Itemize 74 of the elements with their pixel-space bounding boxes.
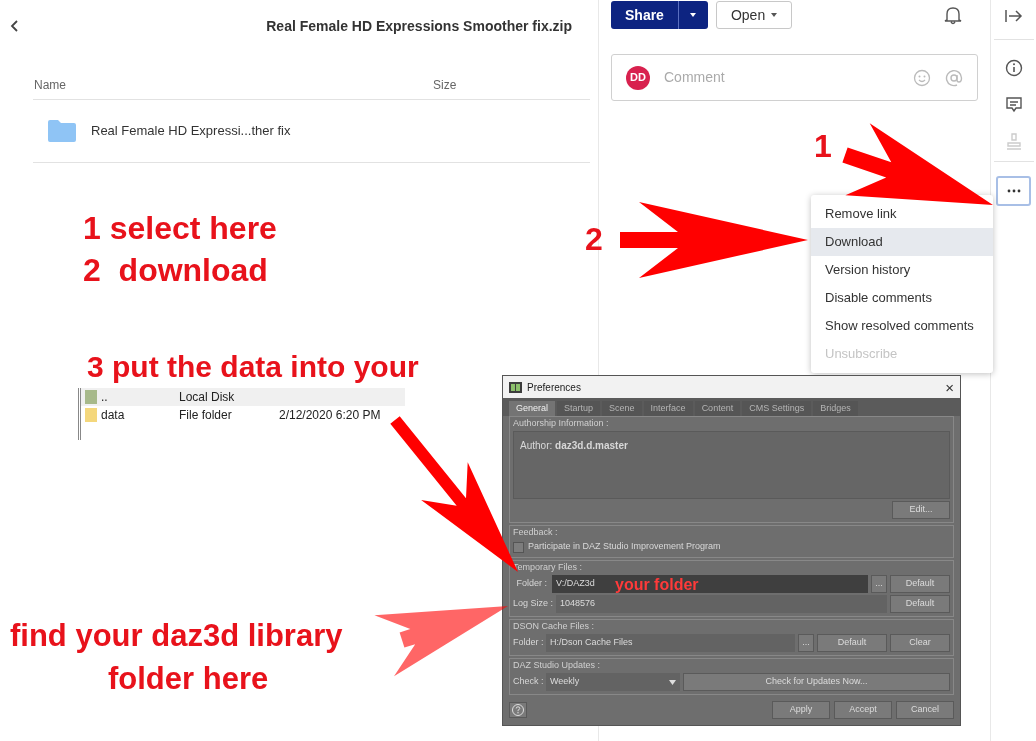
dialog-button[interactable]: Cancel — [896, 701, 954, 719]
annotation-text: 2 download — [83, 254, 268, 286]
menu-item[interactable]: Download — [811, 228, 993, 256]
menu-item[interactable]: Show resolved comments — [811, 312, 993, 340]
annotation-text: folder here — [108, 663, 269, 694]
bell-icon[interactable] — [944, 5, 962, 25]
default-button[interactable]: Default — [890, 595, 950, 613]
annotation-text: find your daz3d library — [10, 620, 343, 651]
file-name[interactable]: Real Female HD Expressi...ther fix — [91, 121, 291, 141]
dialog-tab[interactable]: Bridges — [813, 401, 858, 416]
file-date: 2/12/2020 6:20 PM — [279, 407, 381, 424]
column-header[interactable]: Name — [33, 75, 433, 94]
group-label: Authorship Information : — [513, 417, 609, 429]
edit-button[interactable]: Edit... — [892, 501, 950, 519]
field-label: Check : — [513, 675, 543, 689]
menu-item[interactable]: Disable comments — [811, 284, 993, 312]
group-label: DAZ Studio Updates : — [513, 659, 601, 671]
checkbox[interactable] — [513, 541, 524, 553]
default-button[interactable]: Default — [890, 575, 950, 593]
app-logo-icon — [509, 381, 522, 393]
dialog-tab[interactable]: General — [509, 401, 556, 416]
frequency-dropdown[interactable]: Weekly — [546, 673, 680, 691]
close-button[interactable]: × — [945, 379, 954, 395]
dialog-button[interactable]: Accept — [834, 701, 892, 719]
file-title: Real Female HD Expressions Smoother fix.zip — [266, 16, 572, 36]
group-label: Feedback : — [513, 526, 558, 538]
annotation-text: 3 put the data into your — [87, 352, 419, 382]
dialog-tab[interactable]: Content — [694, 401, 741, 416]
field-label: Log Size : — [513, 597, 553, 611]
back-icon[interactable] — [10, 19, 20, 33]
comment-icon[interactable] — [1004, 96, 1023, 114]
column-header[interactable]: Size — [433, 75, 457, 94]
collapse-panel-icon[interactable] — [1004, 9, 1023, 23]
group-label: DSON Cache Files : — [513, 620, 595, 632]
annotation-text: 1 select here — [83, 212, 277, 244]
info-icon[interactable] — [1004, 59, 1023, 77]
clear-button[interactable]: Clear — [890, 634, 950, 652]
browse-button[interactable]: ... — [798, 634, 814, 652]
open-button[interactable]: Open — [715, 1, 793, 29]
menu-item[interactable]: Remove link — [811, 200, 993, 228]
dialog-button[interactable]: Apply — [772, 701, 830, 719]
default-button[interactable]: Default — [817, 634, 887, 652]
dialog-tab[interactable]: CMS Settings — [742, 401, 812, 416]
caret-icon — [771, 13, 778, 17]
menu-item[interactable]: Version history — [811, 256, 993, 284]
checkbox-label: Participate in DAZ Studio Improvement Program — [528, 540, 721, 554]
caret-icon — [690, 13, 697, 17]
comment-placeholder: Comment — [664, 68, 725, 87]
file-type: Local Disk — [179, 389, 236, 406]
annotation-text: your folder — [615, 577, 699, 593]
log-size-field[interactable]: 1048576 — [556, 595, 887, 613]
menu-item: Unsubscribe — [824, 345, 899, 364]
field-label: Folder : — [515, 577, 548, 591]
ellipsis-icon — [1006, 189, 1021, 193]
dialog-tab[interactable]: Interface — [643, 401, 693, 416]
folder-field[interactable]: H:/Dson Cache Files — [546, 634, 795, 652]
dialog-tab[interactable]: Scene — [602, 401, 642, 416]
dialog-title: Preferences — [527, 380, 581, 395]
browse-button[interactable]: ... — [871, 575, 887, 593]
file-type: File folder — [179, 407, 233, 424]
drive-icon — [85, 390, 97, 404]
field-label: Folder : — [513, 636, 543, 650]
annotation-text: 2 — [585, 223, 603, 255]
file-name[interactable]: data — [97, 406, 179, 424]
file-name[interactable]: .. — [97, 388, 179, 406]
folder-icon — [85, 408, 97, 422]
help-icon[interactable] — [509, 702, 527, 718]
author-info: Author: daz3d.d.master — [513, 431, 950, 499]
annotation-text: 1 — [814, 130, 832, 162]
check-updates-button[interactable]: Check for Updates Now... — [683, 673, 950, 691]
dialog-tab[interactable]: Startup — [557, 401, 601, 416]
avatar: DD — [626, 65, 650, 90]
dropdown-arrow-icon — [669, 679, 676, 685]
folder-icon — [47, 119, 77, 143]
